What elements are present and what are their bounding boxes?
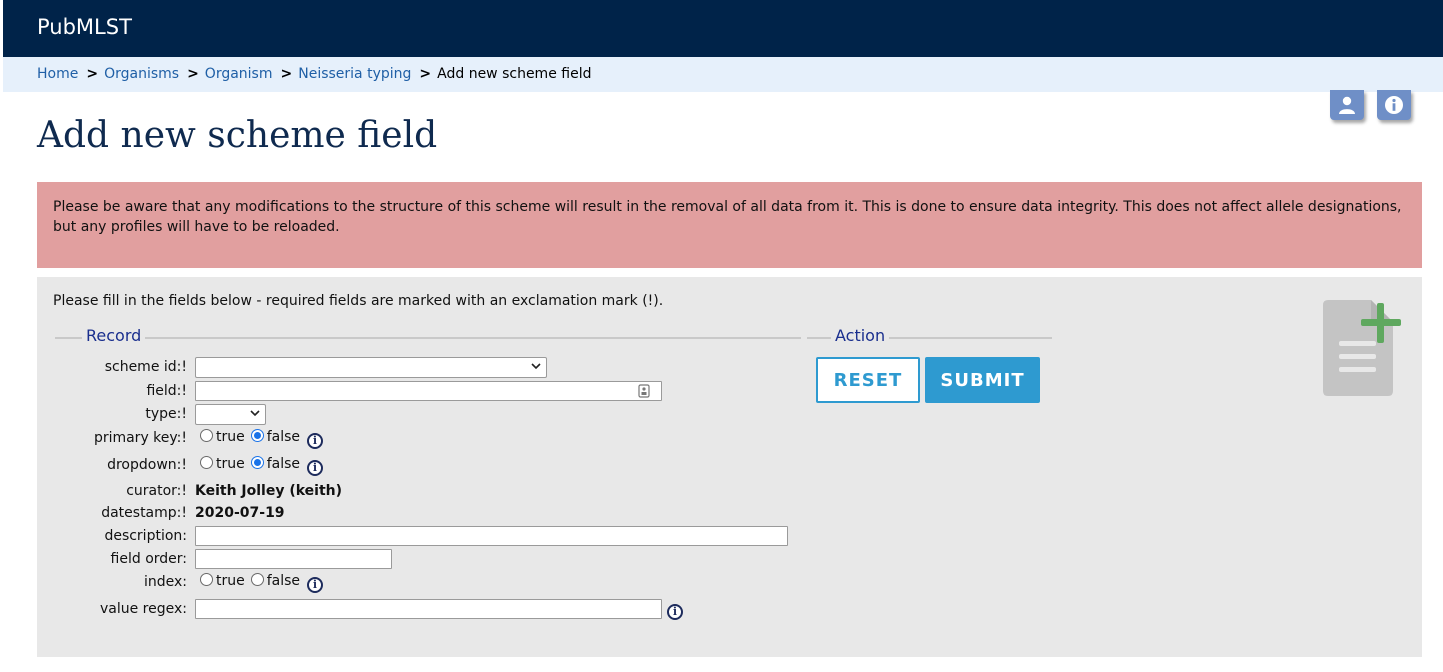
breadcrumb-separator: > [86,66,99,82]
description-input[interactable] [195,526,788,546]
field-label: field:! [146,383,187,399]
breadcrumb-home[interactable]: Home [37,66,78,82]
scheme-id-label: scheme id:! [104,359,187,375]
primary-key-true-label: true [216,429,245,445]
index-true-radio[interactable] [200,573,213,586]
record-legend: Record [82,326,146,346]
chevron-down-icon [531,363,541,370]
breadcrumb-current: Add new scheme field [437,66,592,82]
value-regex-label: value regex: [99,601,187,617]
page-title: Add new scheme field [37,115,438,156]
breadcrumb: Home > Organisms > Organism > Neisseria typing… [3,57,1443,92]
dropdown-false-label: false [266,456,301,472]
form-panel: Please fill in the fields below - requir… [37,277,1422,657]
value-regex-info-icon[interactable]: i [667,604,683,620]
breadcrumb-separator: > [187,66,199,82]
type-select[interactable] [195,404,266,425]
primary-key-radio-group: true false [200,428,306,446]
info-icon-button[interactable] [1377,90,1411,120]
scheme-id-select[interactable] [195,357,547,378]
curator-label: curator:! [126,483,187,499]
curator-value: Keith Jolley (keith) [195,483,343,499]
form-instructions: Please fill in the fields below - requir… [53,293,664,309]
autofill-icon [638,384,650,398]
action-legend: Action [831,326,890,346]
add-document-icon [1323,300,1401,396]
dropdown-false-radio[interactable] [250,456,264,469]
warning-banner: Please be aware that any modifications t… [37,182,1422,268]
chevron-down-icon [250,410,260,417]
index-info-icon[interactable]: i [307,577,323,593]
index-false-radio[interactable] [250,573,264,586]
dropdown-true-label: true [216,456,245,472]
datestamp-value: 2020-07-19 [195,505,285,521]
top-bar: PubMLST [3,0,1443,57]
index-radio-group: true false [200,572,306,590]
primary-key-info-icon[interactable]: i [307,433,323,449]
primary-key-label: primary key:! [93,430,187,446]
dropdown-radio-group: true false [200,455,306,473]
primary-key-false-label: false [266,429,301,445]
submit-button[interactable]: SUBMIT [925,357,1040,403]
breadcrumb-organism[interactable]: Organism [205,66,273,82]
breadcrumb-neisseria-typing[interactable]: Neisseria typing [298,66,411,82]
description-label: description: [104,528,187,544]
datestamp-label: datestamp:! [101,505,187,521]
field-order-label: field order: [110,551,187,567]
index-false-label: false [266,573,301,589]
record-fieldset-border [55,337,801,339]
index-label: index: [143,574,187,590]
breadcrumb-organisms[interactable]: Organisms [104,66,179,82]
dropdown-label: dropdown:! [107,457,187,473]
info-icon [1385,96,1403,114]
field-input[interactable] [195,381,662,401]
site-title[interactable]: PubMLST [37,15,132,39]
breadcrumb-separator: > [419,66,432,82]
index-true-label: true [216,573,245,589]
dropdown-true-radio[interactable] [200,456,213,469]
reset-button[interactable]: RESET [816,357,920,403]
primary-key-true-radio[interactable] [200,429,213,442]
breadcrumb-separator: > [280,66,293,82]
user-icon [1339,96,1355,114]
dropdown-info-icon[interactable]: i [307,460,323,476]
value-regex-input[interactable] [195,599,662,619]
user-icon-button[interactable] [1330,90,1364,120]
type-label: type:! [145,406,187,422]
field-order-input[interactable] [195,549,392,569]
primary-key-false-radio[interactable] [250,429,264,442]
